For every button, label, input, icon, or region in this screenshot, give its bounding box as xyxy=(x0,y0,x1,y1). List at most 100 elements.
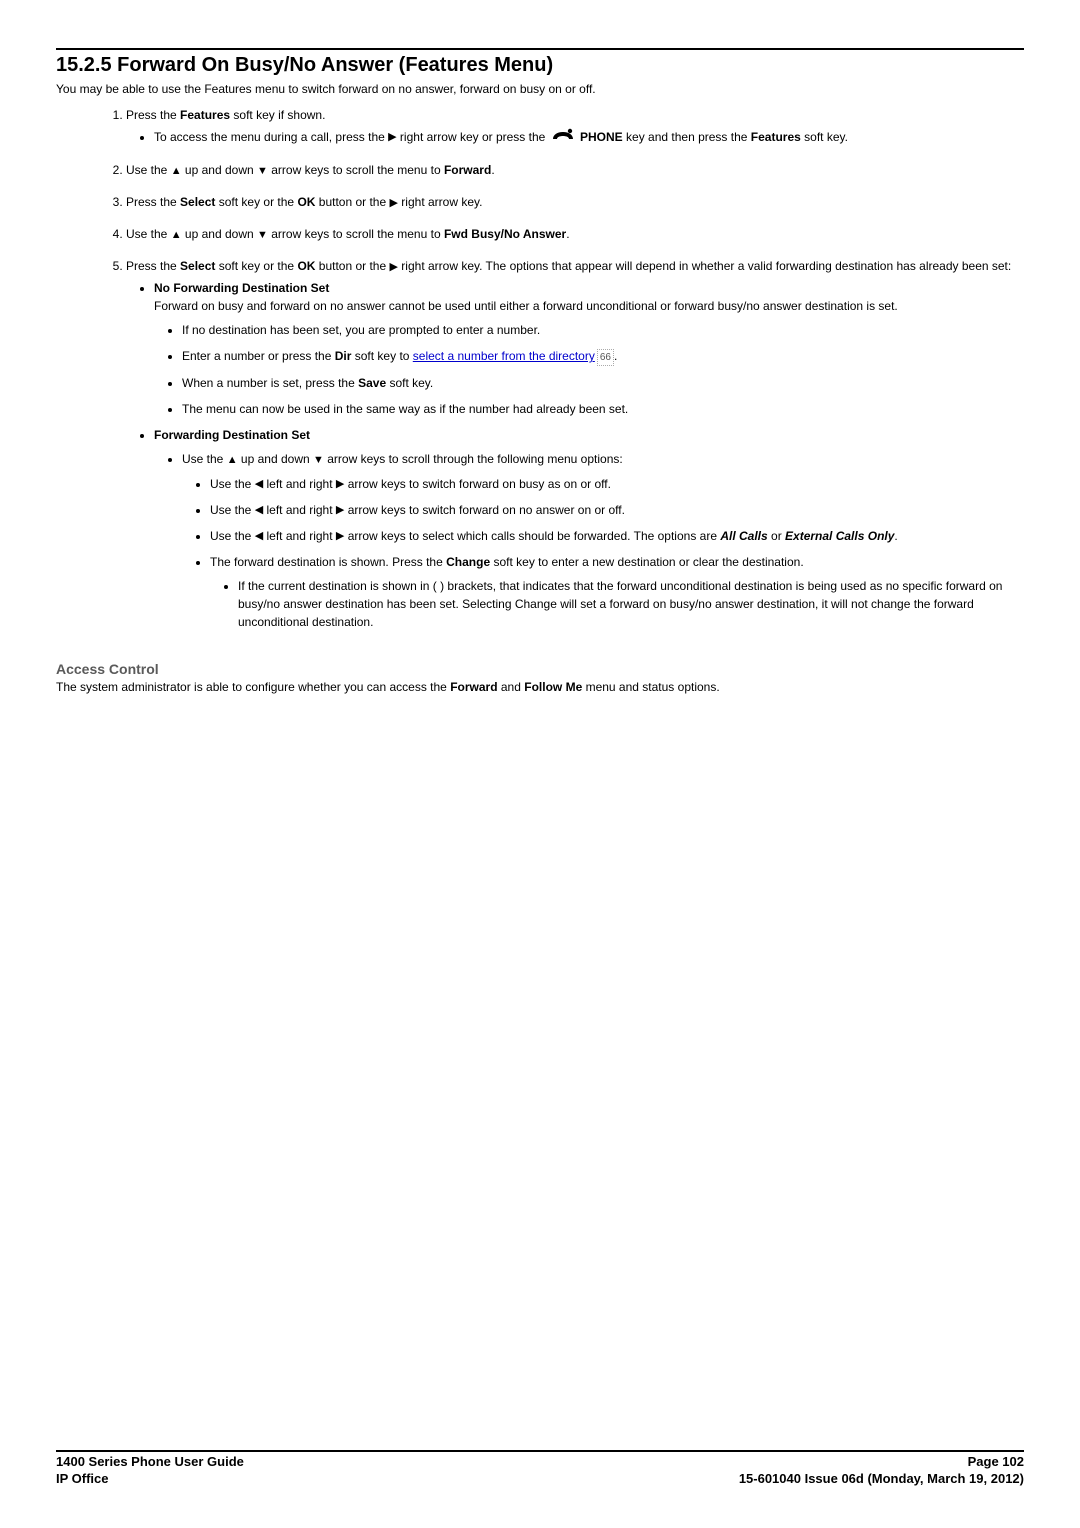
right-arrow-icon: ▶ xyxy=(390,259,398,276)
nfd-b2b: Dir xyxy=(335,349,352,363)
fds-s2b: left and right xyxy=(263,503,336,517)
no-fwd-dest-set: No Forwarding Destination Set Forward on… xyxy=(154,279,1024,418)
s1sub-a: To access the menu during a call, press … xyxy=(154,130,388,144)
left-arrow-icon: ◀ xyxy=(255,476,263,493)
fds-s1c: arrow keys to switch forward on busy as … xyxy=(344,477,611,491)
ac-e: menu and status options. xyxy=(582,680,719,694)
ac-c: and xyxy=(498,680,525,694)
step1-bold: Features xyxy=(180,108,230,122)
ac-a: The system administrator is able to conf… xyxy=(56,680,450,694)
s1sub-phone: PHONE xyxy=(580,130,623,144)
step-2: Use the ▲ up and down ▼ arrow keys to sc… xyxy=(126,161,1024,179)
fds-title: Forwarding Destination Set xyxy=(154,428,310,442)
right-arrow-icon: ▶ xyxy=(388,129,396,146)
fds-s3d: All Calls xyxy=(720,529,767,543)
s5c: soft key or the xyxy=(215,259,297,273)
nfd-b2a: Enter a number or press the xyxy=(182,349,335,363)
s5a: Press the xyxy=(126,259,180,273)
fds-s1b: left and right xyxy=(263,477,336,491)
s3d: OK xyxy=(297,195,315,209)
s2d: Forward xyxy=(444,163,491,177)
nfd-b2c: soft key to xyxy=(351,349,412,363)
up-arrow-icon: ▲ xyxy=(171,227,182,244)
s5e: button or the xyxy=(315,259,389,273)
left-arrow-icon: ◀ xyxy=(255,502,263,519)
fds-s3c: arrow keys to select which calls should … xyxy=(344,529,720,543)
fds-b1b: up and down xyxy=(238,452,313,466)
step-1: Press the Features soft key if shown. To… xyxy=(126,106,1024,147)
s3a: Press the xyxy=(126,195,180,209)
s1sub-d: key and then press the xyxy=(623,130,751,144)
step-4: Use the ▲ up and down ▼ arrow keys to sc… xyxy=(126,225,1024,243)
ac-b: Forward xyxy=(450,680,497,694)
s3f: right arrow key. xyxy=(398,195,482,209)
s2a: Use the xyxy=(126,163,171,177)
s2b: up and down xyxy=(182,163,257,177)
fds-s2a: Use the xyxy=(210,503,255,517)
nfd-b3b: Save xyxy=(358,376,386,390)
fds-s3f: External Calls Only xyxy=(785,529,894,543)
nfd-b3: When a number is set, press the Save sof… xyxy=(182,374,1024,392)
s4b: up and down xyxy=(182,227,257,241)
fds-s4: The forward destination is shown. Press … xyxy=(210,553,1024,631)
s1sub-e: Features xyxy=(751,130,801,144)
down-arrow-icon: ▼ xyxy=(313,452,324,469)
step1-text-c: soft key if shown. xyxy=(230,108,325,122)
fds-s3a: Use the xyxy=(210,529,255,543)
nfd-body: Forward on busy and forward on no answer… xyxy=(154,299,898,313)
s2c: arrow keys to scroll the menu to xyxy=(268,163,444,177)
footer-left-1: 1400 Series Phone User Guide xyxy=(56,1454,244,1471)
page-title: 15.2.5 Forward On Busy/No Answer (Featur… xyxy=(56,54,1024,77)
s5d: OK xyxy=(297,259,315,273)
s3e: button or the xyxy=(315,195,389,209)
fds-s3e: or xyxy=(768,529,785,543)
fwd-dest-set: Forwarding Destination Set Use the ▲ up … xyxy=(154,426,1024,630)
nfd-title: No Forwarding Destination Set xyxy=(154,281,329,295)
nfd-b1: If no destination has been set, you are … xyxy=(182,321,1024,339)
footer-rule xyxy=(56,1450,1024,1452)
access-control-heading: Access Control xyxy=(56,661,1024,677)
s5f: right arrow key. The options that appear… xyxy=(398,259,1011,273)
fds-s2: Use the ◀ left and right ▶ arrow keys to… xyxy=(210,501,1024,519)
ac-d: Follow Me xyxy=(524,680,582,694)
fds-s4-sub: If the current destination is shown in (… xyxy=(238,577,1024,631)
access-control-body: The system administrator is able to conf… xyxy=(56,679,1024,696)
step-3: Press the Select soft key or the OK butt… xyxy=(126,193,1024,211)
page-ref[interactable]: 66 xyxy=(597,349,614,366)
down-arrow-icon: ▼ xyxy=(257,227,268,244)
fds-s4c: soft key to enter a new destination or c… xyxy=(490,555,804,569)
fds-s3: Use the ◀ left and right ▶ arrow keys to… xyxy=(210,527,1024,545)
s4d: Fwd Busy/No Answer xyxy=(444,227,566,241)
intro-text: You may be able to use the Features menu… xyxy=(56,81,1024,98)
right-arrow-icon: ▶ xyxy=(390,195,398,212)
step1-text-a: Press the xyxy=(126,108,180,122)
steps-list: Press the Features soft key if shown. To… xyxy=(56,106,1024,631)
page-footer: 1400 Series Phone User Guide Page 102 IP… xyxy=(56,1450,1024,1488)
phone-icon xyxy=(551,128,575,147)
nfd-b2d: . xyxy=(614,349,617,363)
fds-s1: Use the ◀ left and right ▶ arrow keys to… xyxy=(210,475,1024,493)
fds-s2c: arrow keys to switch forward on no answe… xyxy=(344,503,625,517)
fds-s3b: left and right xyxy=(263,529,336,543)
dir-link[interactable]: select a number from the directory xyxy=(413,349,595,363)
nfd-b3c: soft key. xyxy=(386,376,433,390)
s3c: soft key or the xyxy=(215,195,297,209)
fds-b1c: arrow keys to scroll through the followi… xyxy=(324,452,623,466)
s4e: . xyxy=(566,227,569,241)
fds-s4b: Change xyxy=(446,555,490,569)
step1-sub: To access the menu during a call, press … xyxy=(154,128,1024,147)
footer-left-2: IP Office xyxy=(56,1471,109,1488)
up-arrow-icon: ▲ xyxy=(171,163,182,180)
up-arrow-icon: ▲ xyxy=(227,452,238,469)
step-5: Press the Select soft key or the OK butt… xyxy=(126,257,1024,630)
fds-s4a: The forward destination is shown. Press … xyxy=(210,555,446,569)
s2e: . xyxy=(491,163,494,177)
s3b: Select xyxy=(180,195,215,209)
s4a: Use the xyxy=(126,227,171,241)
fds-b1: Use the ▲ up and down ▼ arrow keys to sc… xyxy=(182,450,1024,630)
footer-right-1: Page 102 xyxy=(968,1454,1024,1471)
down-arrow-icon: ▼ xyxy=(257,163,268,180)
top-rule xyxy=(56,48,1024,50)
nfd-b2: Enter a number or press the Dir soft key… xyxy=(182,347,1024,366)
s5b: Select xyxy=(180,259,215,273)
